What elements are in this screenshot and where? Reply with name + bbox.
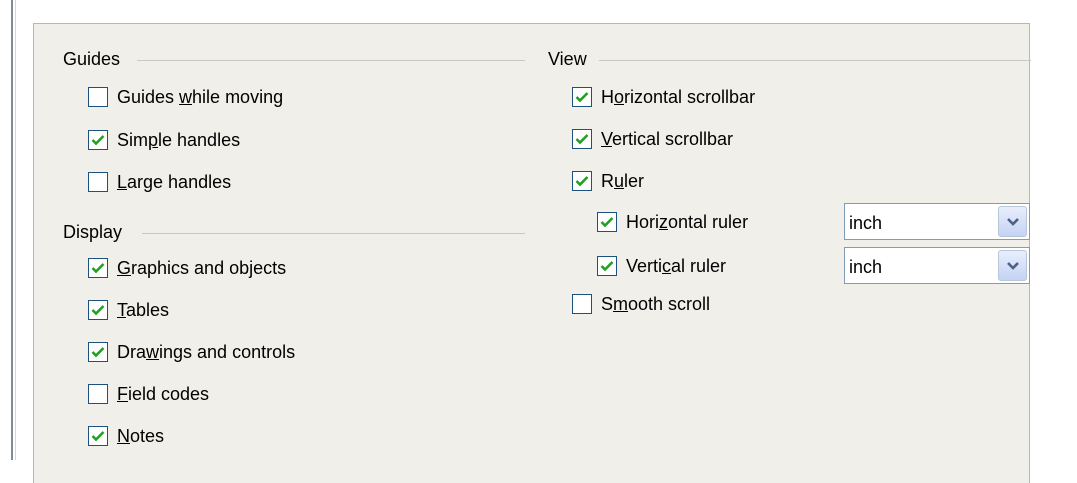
guides-group-line xyxy=(137,60,525,61)
checkbox-label: Graphics and objects xyxy=(117,257,287,278)
checkbox-label: Vertical ruler xyxy=(626,255,727,276)
ruler-checkbox[interactable]: Ruler xyxy=(572,168,644,194)
checkmark-icon xyxy=(600,217,614,228)
drawings-and-controls-checkbox[interactable]: Drawings and controls xyxy=(88,339,295,365)
window-edge-line xyxy=(11,0,13,460)
checkbox-box[interactable] xyxy=(597,256,617,276)
checkbox-label: Tables xyxy=(117,299,170,320)
large-handles-checkbox[interactable]: Large handles xyxy=(88,169,231,195)
checkbox-label: Guides while moving xyxy=(117,86,284,107)
checkbox-label: Horizontal ruler xyxy=(626,211,749,232)
checkbox-label: Large handles xyxy=(117,171,232,192)
checkmark-icon xyxy=(600,261,614,272)
horizontal-ruler-unit-select[interactable]: inch xyxy=(844,203,1030,240)
tables-checkbox[interactable]: Tables xyxy=(88,297,169,323)
checkbox-box[interactable] xyxy=(88,300,108,320)
checkbox-label: Horizontal scrollbar xyxy=(601,86,756,107)
checkmark-icon xyxy=(575,134,589,145)
window-edge-highlight xyxy=(15,0,16,460)
checkbox-label: Field codes xyxy=(117,383,210,404)
smooth-scroll-checkbox[interactable]: Smooth scroll xyxy=(572,291,710,317)
checkbox-box[interactable] xyxy=(88,342,108,362)
checkbox-label: Simple handles xyxy=(117,129,241,150)
horizontal-scrollbar-checkbox[interactable]: Horizontal scrollbar xyxy=(572,84,755,110)
checkmark-icon xyxy=(575,176,589,187)
checkmark-icon xyxy=(91,305,105,316)
vertical-scrollbar-checkbox[interactable]: Vertical scrollbar xyxy=(572,126,733,152)
display-group-title: Display xyxy=(63,222,123,242)
horizontal-ruler-checkbox[interactable]: Horizontal ruler xyxy=(597,209,748,235)
checkbox-box[interactable] xyxy=(88,258,108,278)
checkbox-label: Drawings and controls xyxy=(117,341,296,362)
checkbox-box[interactable] xyxy=(88,172,108,192)
notes-checkbox[interactable]: Notes xyxy=(88,423,164,449)
vertical-ruler-checkbox[interactable]: Vertical ruler xyxy=(597,253,726,279)
guides-group-title: Guides xyxy=(63,49,121,69)
checkbox-box[interactable] xyxy=(572,171,592,191)
checkmark-icon xyxy=(91,135,105,146)
display-group-line xyxy=(142,233,525,234)
view-group-title: View xyxy=(548,49,587,69)
checkbox-box[interactable] xyxy=(88,384,108,404)
checkmark-icon xyxy=(575,92,589,103)
checkbox-box[interactable] xyxy=(88,426,108,446)
checkbox-box[interactable] xyxy=(597,212,617,232)
checkmark-icon xyxy=(91,431,105,442)
checkbox-label: Smooth scroll xyxy=(601,293,711,314)
field-codes-checkbox[interactable]: Field codes xyxy=(88,381,209,407)
checkbox-label: Notes xyxy=(117,425,165,446)
chevron-down-icon[interactable] xyxy=(998,250,1027,281)
simple-handles-checkbox[interactable]: Simple handles xyxy=(88,127,240,153)
checkbox-box[interactable] xyxy=(88,87,108,107)
select-value: inch xyxy=(849,257,883,277)
checkmark-icon xyxy=(91,347,105,358)
checkbox-box[interactable] xyxy=(572,129,592,149)
checkbox-box[interactable] xyxy=(572,87,592,107)
guides-while-moving-checkbox[interactable]: Guides while moving xyxy=(88,84,283,110)
checkbox-label: Vertical scrollbar xyxy=(601,128,734,149)
graphics-and-objects-checkbox[interactable]: Graphics and objects xyxy=(88,255,286,281)
select-value: inch xyxy=(849,213,883,233)
vertical-ruler-unit-select[interactable]: inch xyxy=(844,247,1030,284)
checkbox-label: Ruler xyxy=(601,170,645,191)
checkbox-box[interactable] xyxy=(572,294,592,314)
checkbox-box[interactable] xyxy=(88,130,108,150)
view-group-line xyxy=(599,60,1031,61)
checkmark-icon xyxy=(91,263,105,274)
chevron-down-icon[interactable] xyxy=(998,206,1027,237)
